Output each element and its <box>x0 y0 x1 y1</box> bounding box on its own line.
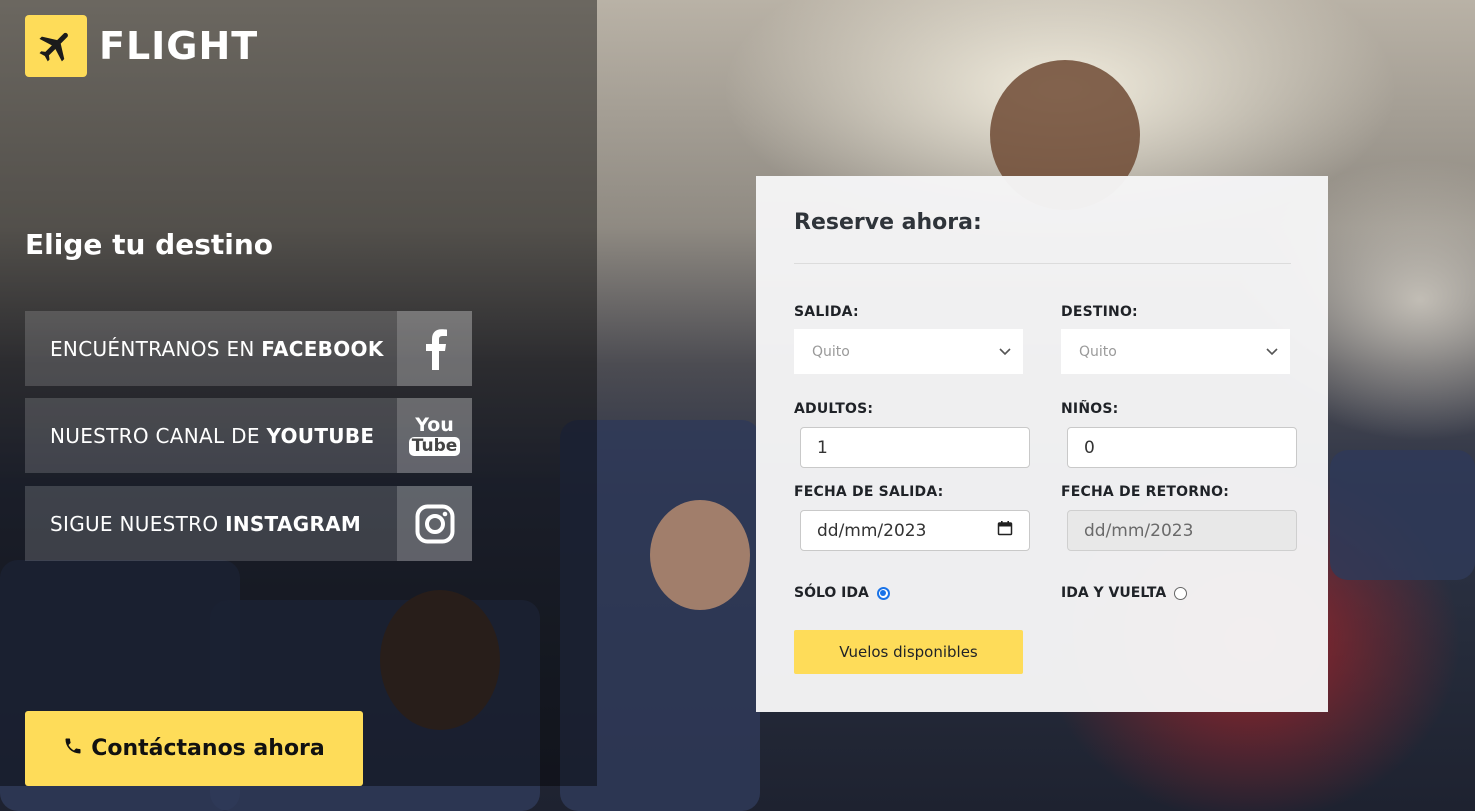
youtube-icon-bottom: Tube <box>408 436 461 456</box>
ninos-label: NIÑOS: <box>1061 401 1119 417</box>
airplane-icon <box>25 15 87 77</box>
youtube-link[interactable]: NUESTRO CANAL DE YOUTUBE You Tube <box>25 398 472 473</box>
left-heading: Elige tu destino <box>25 228 274 261</box>
booking-title: Reserve ahora: <box>794 210 982 235</box>
facebook-icon <box>397 311 472 386</box>
youtube-icon-top: You <box>415 413 454 436</box>
person-decor <box>650 500 750 610</box>
salida-select-value: Quito <box>812 343 850 360</box>
facebook-link-label: ENCUÉNTRANOS EN FACEBOOK <box>50 336 384 361</box>
adultos-input[interactable] <box>800 427 1030 468</box>
phone-icon <box>63 736 83 762</box>
solo-ida-radio[interactable] <box>876 586 890 600</box>
destino-select-value: Quito <box>1079 343 1117 360</box>
chevron-down-icon <box>1266 344 1278 360</box>
youtube-link-label: NUESTRO CANAL DE YOUTUBE <box>50 423 375 448</box>
fecha-salida-label: FECHA DE SALIDA: <box>794 484 944 500</box>
ida-vuelta-label: IDA Y VUELTA <box>1061 585 1167 601</box>
booking-divider <box>794 263 1291 264</box>
ninos-input[interactable] <box>1067 427 1297 468</box>
fecha-salida-value: dd/mm/2023 <box>817 520 927 541</box>
brand-logo[interactable]: FLIGHT <box>25 15 258 77</box>
left-panel: FLIGHT Elige tu destino ENCUÉNTRANOS EN … <box>0 0 597 786</box>
brand-name: FLIGHT <box>99 24 259 68</box>
destino-label: DESTINO: <box>1061 304 1138 320</box>
fecha-retorno-value: dd/mm/2023 <box>1084 520 1194 541</box>
instagram-icon <box>397 486 472 561</box>
destino-select[interactable]: Quito <box>1061 329 1290 374</box>
ida-vuelta-radio[interactable] <box>1174 586 1188 600</box>
solo-ida-label: SÓLO IDA <box>794 585 869 601</box>
fecha-retorno-label: FECHA DE RETORNO: <box>1061 484 1230 500</box>
salida-label: SALIDA: <box>794 304 859 320</box>
instagram-link[interactable]: SIGUE NUESTRO INSTAGRAM <box>25 486 472 561</box>
fecha-salida-input[interactable]: dd/mm/2023 <box>800 510 1030 551</box>
vuelos-disponibles-button[interactable]: Vuelos disponibles <box>794 630 1023 674</box>
fecha-retorno-input: dd/mm/2023 <box>1067 510 1297 551</box>
facebook-link[interactable]: ENCUÉNTRANOS EN FACEBOOK <box>25 311 472 386</box>
youtube-icon: You Tube <box>397 398 472 473</box>
adultos-label: ADULTOS: <box>794 401 874 417</box>
solo-ida-option[interactable]: SÓLO IDA <box>794 585 890 601</box>
ida-vuelta-option[interactable]: IDA Y VUELTA <box>1061 585 1188 601</box>
calendar-icon[interactable] <box>997 520 1013 541</box>
contact-button-label: Contáctanos ahora <box>91 736 325 761</box>
seat-decor <box>1330 450 1475 580</box>
contact-button[interactable]: Contáctanos ahora <box>25 711 363 786</box>
salida-select[interactable]: Quito <box>794 329 1023 374</box>
chevron-down-icon <box>999 344 1011 360</box>
instagram-link-label: SIGUE NUESTRO INSTAGRAM <box>50 511 362 536</box>
booking-card: Reserve ahora: SALIDA: Quito DESTINO: Qu… <box>756 176 1328 712</box>
